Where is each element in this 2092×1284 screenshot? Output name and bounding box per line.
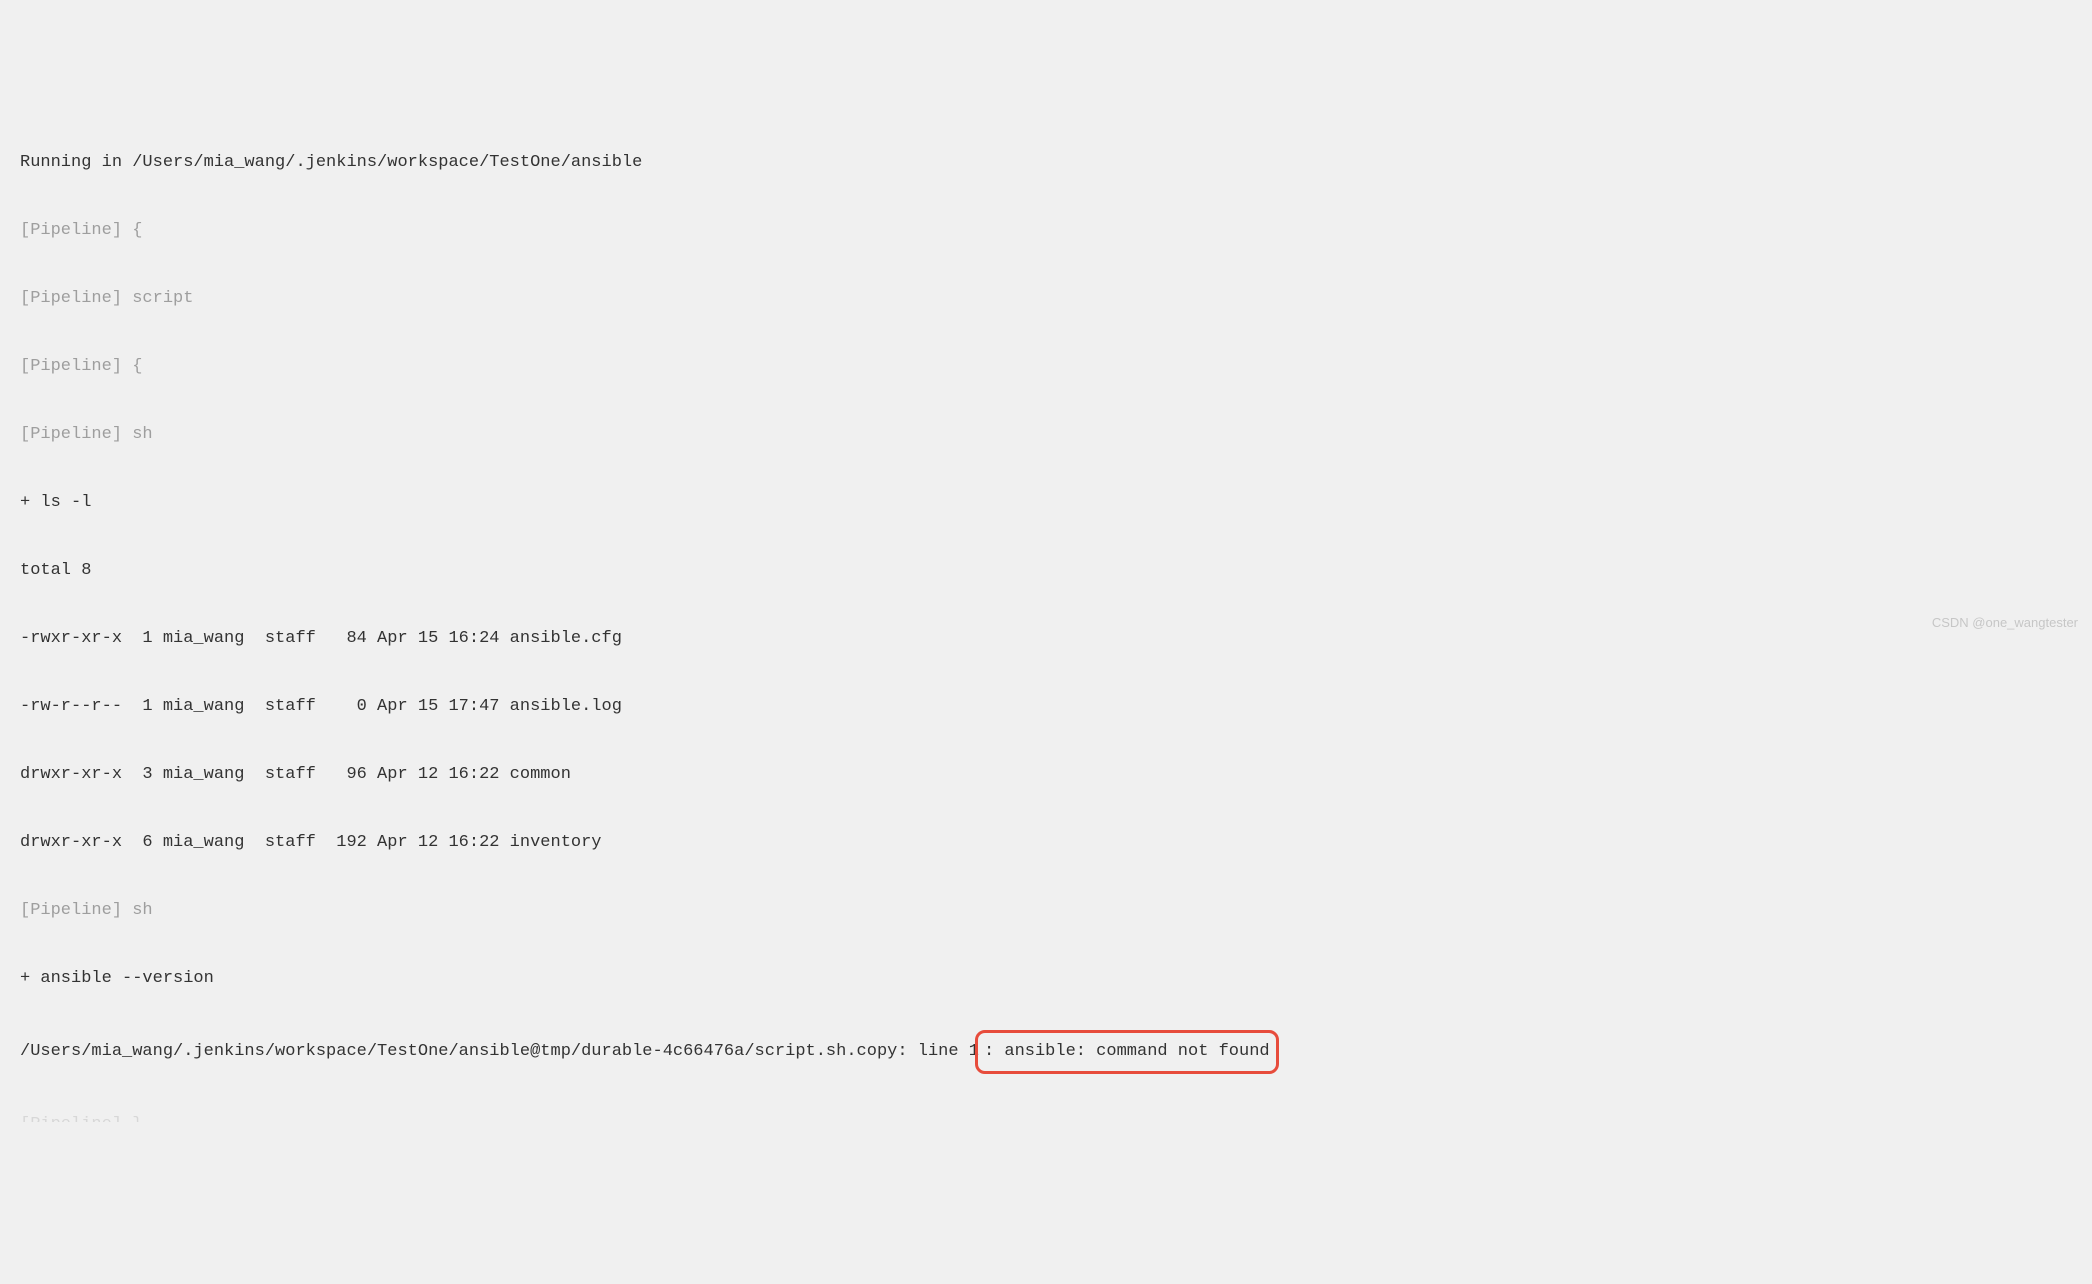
console-line-error: /Users/mia_wang/.jenkins/workspace/TestO… (20, 1030, 2072, 1074)
console-line-running: Running in /Users/mia_wang/.jenkins/work… (20, 146, 2072, 180)
console-line-pipeline-sh1: [Pipeline] sh (20, 418, 2072, 452)
pipeline-tag: [Pipeline] (20, 221, 122, 240)
pipeline-tag: [Pipeline] (20, 425, 122, 444)
pipeline-tag: [Pipeline] (20, 357, 122, 376)
pipeline-tag: [Pipeline] (20, 901, 122, 920)
console-line-pipeline-script: [Pipeline] script (20, 282, 2072, 316)
console-line-dir-common: drwxr-xr-x 3 mia_wang staff 96 Apr 12 16… (20, 758, 2072, 792)
console-line-pipeline-close: [Pipeline] } (20, 1108, 2072, 1122)
pipeline-tag: [Pipeline] (20, 289, 122, 308)
console-line-file-cfg: -rwxr-xr-x 1 mia_wang staff 84 Apr 15 16… (20, 622, 2072, 656)
pipeline-cmd: { (122, 221, 142, 240)
error-path: /Users/mia_wang/.jenkins/workspace/TestO… (20, 1042, 979, 1061)
error-highlight: : ansible: command not found (975, 1030, 1279, 1074)
console-line-pipeline-sh2: [Pipeline] sh (20, 894, 2072, 928)
console-line-pipeline-open2: [Pipeline] { (20, 350, 2072, 384)
console-line-ls: + ls -l (20, 486, 2072, 520)
console-line-pipeline-open1: [Pipeline] { (20, 214, 2072, 248)
console-line-total: total 8 (20, 554, 2072, 588)
pipeline-cmd: sh (122, 425, 153, 444)
console-line-file-log: -rw-r--r-- 1 mia_wang staff 0 Apr 15 17:… (20, 690, 2072, 724)
pipeline-tag: [Pipeline] (20, 1115, 122, 1122)
console-line-dir-inventory: drwxr-xr-x 6 mia_wang staff 192 Apr 12 1… (20, 826, 2072, 860)
pipeline-cmd: script (122, 289, 193, 308)
watermark: CSDN @one_wangtester (1932, 610, 2078, 636)
pipeline-cmd: } (122, 1115, 142, 1122)
pipeline-cmd: { (122, 357, 142, 376)
console-line-ansible-version: + ansible --version (20, 962, 2072, 996)
pipeline-cmd: sh (122, 901, 153, 920)
